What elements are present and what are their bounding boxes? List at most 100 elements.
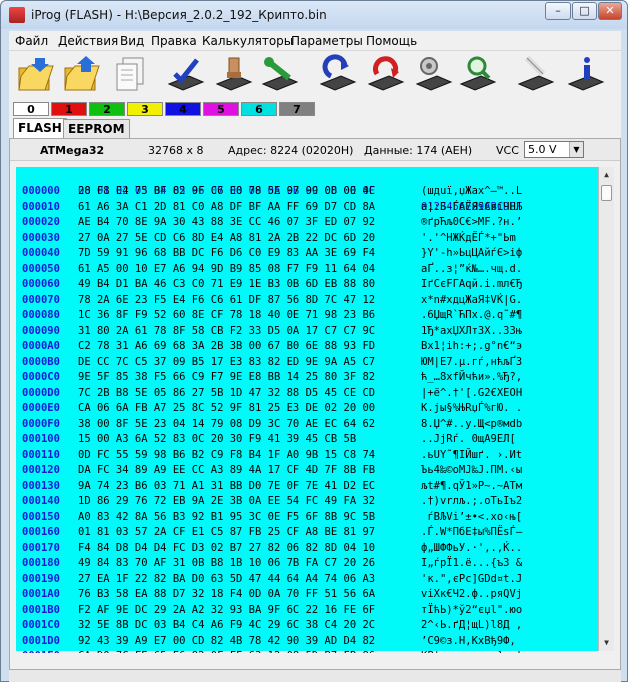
color-2-box[interactable]: 2 [89, 102, 125, 116]
chip-info-icon[interactable] [565, 54, 607, 96]
row-bytes[interactable]: 28 F8 E4 75 BF 82 9F C6 E0 78 5E 97 99 0… [78, 183, 375, 199]
row-ascii[interactable]: ®ґpЋљ0C€>МF.?н.’ [421, 214, 522, 230]
row-ascii[interactable]: vіXк€Ч2.ф..pяQVj [421, 586, 522, 602]
menu-edit[interactable]: Правка [151, 34, 197, 48]
row-ascii[interactable]: x*n#хдцЖaЯ‡VЌ|G. [421, 292, 522, 308]
row-ascii[interactable]: ..ЈjRѓ. 0щA9EЛ[ [421, 431, 516, 447]
chevron-down-icon[interactable]: ▼ [569, 142, 583, 157]
row-bytes[interactable]: C2 78 31 A6 69 68 3A 2B 3B 00 67 B0 6E 8… [78, 338, 375, 354]
chip-settings-icon[interactable] [413, 54, 455, 96]
row-bytes[interactable]: 78 2A 6E 23 F5 E4 F6 C6 61 DF 87 56 8D 7… [78, 292, 375, 308]
color-5-box[interactable]: 5 [203, 102, 239, 116]
row-ascii[interactable]: тЇћЬ)*ў2“єџl".юo [421, 602, 522, 618]
color-1-box[interactable]: 1 [51, 102, 87, 116]
row-bytes[interactable]: AE B4 70 8E 9A 30 43 88 3E CC 46 07 3F E… [78, 214, 375, 230]
erase-chip-icon[interactable] [317, 54, 359, 96]
row-ascii[interactable]: Вx1¦ih:+;.g°n€“э [421, 338, 522, 354]
row-ascii[interactable]: .†)vrлљ.;.оTьIъ2 [421, 493, 522, 509]
menu-calculators[interactable]: Калькуляторы [202, 34, 293, 48]
row-bytes[interactable]: 27 0A 27 5E CD C6 8D E4 A8 81 2A 2B 22 D… [78, 230, 375, 246]
vcc-select[interactable]: 5.0 V ▼ [524, 141, 584, 158]
tab-flash[interactable]: FLASH [13, 118, 67, 138]
save-folder-icon[interactable] [61, 54, 103, 96]
row-ascii[interactable]: Ъь4‰©оМЈ‰J.ПM.‹ы [421, 462, 522, 478]
row-ascii[interactable]: 2^‹Ь.ґД¦щL)l8Д , [421, 617, 522, 633]
row-bytes[interactable]: 49 B4 D1 BA 46 C3 C0 71 E9 1E B3 0B 6D E… [78, 276, 375, 292]
row-ascii[interactable]: .Ѓ.W*ПбЕ‡ы%ПЁѕЃ— [421, 524, 522, 540]
row-ascii[interactable]: ѓBЉVі’±•<.хo‹њ[ [421, 509, 522, 525]
row-ascii[interactable]: .6ЏщR`ЋПx.@.q˜#¶ [421, 307, 522, 323]
color-6-box[interactable]: 6 [241, 102, 277, 116]
row-ascii[interactable]: }Y'-h»ЬцЦАйѓЄ>iф [421, 245, 522, 261]
row-ascii[interactable]: 1Ђ*axЏXЛт3Х..ЗЗњ [421, 323, 522, 339]
title-bar[interactable]: iProg (FLASH) - H:\Версия_2.0.2_192_Крип… [1, 1, 627, 29]
row-ascii[interactable]: ћ_…8хfЙчћи».%Ђ?‚ [421, 369, 522, 385]
chip-erase-all-icon[interactable] [515, 54, 557, 96]
hex-editor[interactable]: 00 01 02 03 04 05 06 07 08 09 0A 0B 0C 0… [16, 167, 614, 662]
row-ascii[interactable]: 'к."‚єРc]GDd¤t.Ј [421, 571, 522, 587]
row-ascii[interactable]: a¦:Б-ЃАЁЯїЄяiЧНЉ [421, 199, 522, 215]
menu-help[interactable]: Помощь [366, 34, 417, 48]
row-bytes[interactable]: CA 06 6A FB A7 25 8C 52 9F 81 25 E3 DE 0… [78, 400, 375, 416]
row-ascii[interactable]: 8.Џ^#..y.Щ<p®мdb [421, 416, 522, 432]
row-bytes[interactable]: 7C 2B B8 5E 05 86 27 5B 1D 47 32 88 D5 4… [78, 385, 375, 401]
row-bytes[interactable]: 61 A6 3A C1 2D 81 C0 A8 DF BF AA FF 69 D… [78, 199, 375, 215]
menu-parameters[interactable]: Параметры [291, 34, 363, 48]
row-ascii[interactable]: (шдuї‚џЖаx^—™..L [421, 183, 522, 199]
row-bytes[interactable]: 32 5E 8B DC 03 B4 C4 A6 F9 4C 29 6C 38 C… [78, 617, 375, 633]
minimize-button[interactable]: – [545, 2, 571, 20]
row-ascii[interactable]: К.jы§%ЊRџЃ%гЮ. . [421, 400, 522, 416]
write-chip-icon[interactable] [259, 54, 301, 96]
row-bytes[interactable]: 61 A5 00 10 E7 A6 94 9D B9 85 08 F7 F9 1… [78, 261, 375, 277]
row-bytes[interactable]: 15 00 A3 6A 52 83 0C 20 30 F9 41 39 45 C… [78, 431, 356, 447]
row-ascii[interactable]: ЮМ|Е7.µ.гѓ‚нћљҐЗ [421, 354, 522, 370]
scroll-thumb[interactable] [601, 185, 612, 201]
row-bytes[interactable]: 9A 74 23 B6 03 71 A1 31 BB D0 7E 0F 7E 4… [78, 478, 375, 494]
menu-actions[interactable]: Действия [58, 34, 118, 48]
row-bytes[interactable]: 01 81 03 57 2A CF E1 C5 87 FB 25 CF A8 B… [78, 524, 375, 540]
row-bytes[interactable]: 7D 59 91 96 68 BB DC F6 D6 C0 E9 83 AA 3… [78, 245, 375, 261]
row-bytes[interactable]: 1C 36 8F F9 52 60 8E CF 78 18 40 0E 71 9… [78, 307, 375, 323]
color-4-box[interactable]: 4 [165, 102, 201, 116]
row-bytes[interactable]: A0 83 42 8A 56 B3 92 B1 95 3C 0E F5 6F 8… [78, 509, 375, 525]
close-button[interactable]: ✕ [598, 2, 622, 20]
scroll-up-icon[interactable]: ▲ [599, 167, 614, 183]
row-bytes[interactable]: DE CC 7C C5 37 09 B5 17 E3 83 82 ED 9E 9… [78, 354, 375, 370]
row-bytes[interactable]: 31 80 2A 61 78 8F 58 CB F2 33 D5 0A 17 C… [78, 323, 375, 339]
row-ascii[interactable]: |+ё^.†'[.G2€ХEОН [421, 385, 522, 401]
color-7-box[interactable]: 7 [279, 102, 315, 116]
row-ascii[interactable]: .ьUY˜¶ІЙшґ. ›.Иt [421, 447, 522, 463]
horizontal-scrollbar[interactable] [16, 653, 614, 667]
row-ascii[interactable]: I„ѓpЇ1.ё...{ъЗ & [421, 555, 522, 571]
row-ascii[interactable]: '.'^НЖЌдЁЃ*+"Ьm [421, 230, 522, 246]
row-bytes[interactable]: 49 84 83 70 AF 31 0B B8 1B 10 06 7B FA C… [78, 555, 375, 571]
row-ascii[interactable]: ’C9©з.Н‚KxBђ9­Ф‚ [421, 633, 516, 649]
menu-file[interactable]: Файл [15, 34, 48, 48]
reload-chip-icon[interactable] [365, 54, 407, 96]
maximize-button[interactable]: □ [572, 2, 597, 20]
row-bytes[interactable]: 1D 86 29 76 72 EB 9A 2E 3B 0A EE 54 FC 4… [78, 493, 375, 509]
row-ascii[interactable]: IґСєFГАqй.і.mл€Ђ [421, 276, 522, 292]
row-bytes[interactable]: 92 43 39 A9 E7 00 CD 82 4B 78 42 90 39 A… [78, 633, 375, 649]
chip-search-icon[interactable] [457, 54, 499, 96]
row-bytes[interactable]: 38 00 8F 5E 23 04 14 79 08 D9 3C 70 AE E… [78, 416, 375, 432]
menu-view[interactable]: Вид [120, 34, 144, 48]
row-bytes[interactable]: DA FC 34 89 A9 EE CC A3 89 4A 17 CF 4D 7… [78, 462, 375, 478]
read-chip-icon[interactable] [213, 54, 255, 96]
vertical-scrollbar[interactable]: ▲ ▼ [598, 167, 614, 651]
row-bytes[interactable]: 27 EA 1F 22 82 BA D0 63 5D 47 44 64 A4 7… [78, 571, 375, 587]
color-3-box[interactable]: 3 [127, 102, 163, 116]
verify-chip-icon[interactable] [165, 54, 207, 96]
open-folder-icon[interactable] [15, 54, 57, 96]
scroll-down-icon[interactable]: ▼ [599, 635, 614, 651]
row-bytes[interactable]: F4 84 D8 D4 D4 FC D3 02 B7 27 82 06 82 8… [78, 540, 375, 556]
tab-eeprom[interactable]: EEPROM [63, 119, 130, 138]
row-ascii[interactable]: ф„ШФФьУ.·'‚.‚Ќ.. [421, 540, 522, 556]
row-ascii[interactable]: aҐ..з¦”ќ№….чщ.d. [421, 261, 522, 277]
row-bytes[interactable]: 76 B3 58 EA 88 D7 32 18 F4 0D 0A 70 FF 5… [78, 586, 375, 602]
color-0-box[interactable]: 0 [13, 102, 49, 116]
row-ascii[interactable]: љt#¶.qЎ1»Р~.~AТм [421, 478, 522, 494]
copy-pages-icon[interactable] [109, 54, 151, 96]
row-bytes[interactable]: F2 AF 9E DC 29 2A A2 32 93 BA 9F 6C 22 1… [78, 602, 375, 618]
row-bytes[interactable]: 9E 5F 85 38 F5 66 C9 F7 9E E8 BB 14 25 8… [78, 369, 375, 385]
